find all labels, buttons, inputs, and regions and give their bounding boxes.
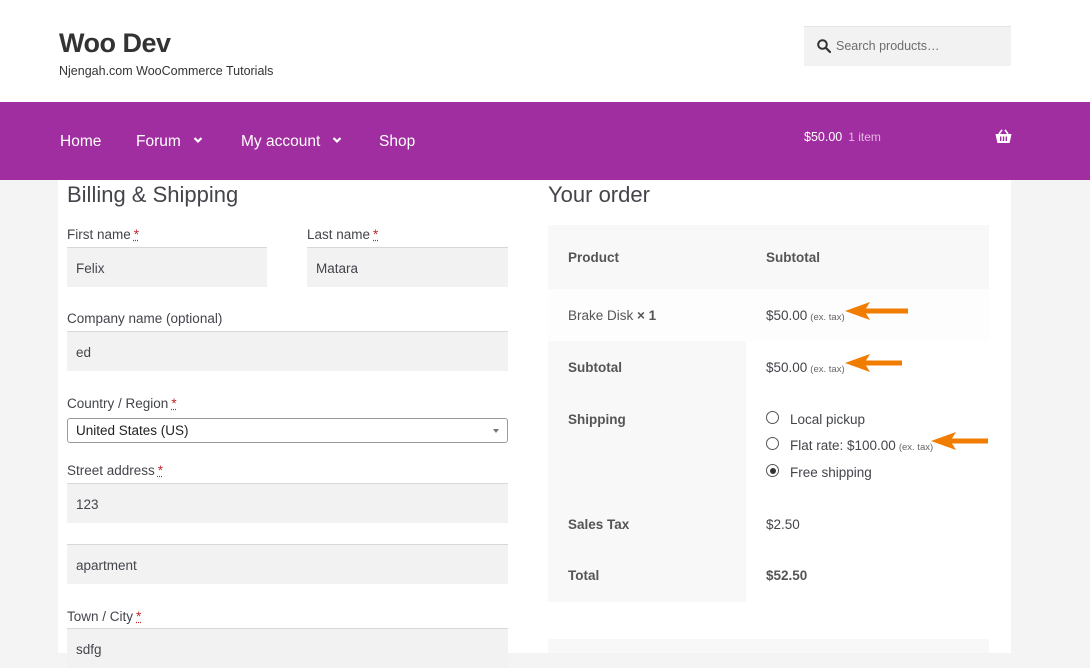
- first-name-field[interactable]: Felix: [67, 247, 267, 287]
- country-label: Country / Region *: [67, 396, 177, 411]
- shipping-option-flat-rate[interactable]: Flat rate: $100.00 (ex. tax): [790, 438, 933, 453]
- annotation-arrow: [844, 301, 910, 321]
- search-icon: [817, 39, 831, 53]
- search-input[interactable]: Search products…: [804, 26, 1011, 66]
- order-totals-labels-bg: [548, 341, 746, 602]
- tax-note: (ex. tax): [810, 312, 844, 323]
- item-name: Brake Disk × 1: [568, 308, 656, 323]
- payment-box: [548, 639, 989, 653]
- total-label: Total: [568, 568, 599, 583]
- cart-amount: $50.00: [804, 130, 842, 144]
- cart-count: 1 item: [848, 130, 881, 144]
- subtotal-value: $50.00 (ex. tax): [766, 360, 845, 375]
- company-field[interactable]: ed: [67, 331, 508, 371]
- billing-title: Billing & Shipping: [67, 182, 238, 208]
- nav-item-my-account[interactable]: My account: [241, 133, 342, 151]
- nav-item-label: My account: [241, 133, 320, 150]
- annotation-arrow: [844, 353, 904, 373]
- subtotal-label: Subtotal: [568, 360, 622, 375]
- nav-item-label: Shop: [379, 133, 415, 150]
- city-field[interactable]: sdfg: [67, 628, 508, 668]
- chevron-down-icon[interactable]: [332, 135, 342, 145]
- primary-navigation: Home Forum My account Shop $50.00 1 item: [0, 102, 1090, 180]
- checkout-content: Billing & Shipping First name * Felix Las…: [58, 180, 1011, 653]
- country-select[interactable]: United States (US): [67, 418, 508, 443]
- company-label: Company name (optional): [67, 311, 222, 326]
- total-value: $52.50: [766, 568, 807, 583]
- site-title[interactable]: Woo Dev: [59, 28, 171, 59]
- country-selected-value: United States (US): [76, 423, 189, 438]
- shipping-option-free-shipping[interactable]: Free shipping: [790, 465, 872, 480]
- street-address-field[interactable]: 123: [67, 483, 508, 523]
- subtotal-column-header: Subtotal: [766, 250, 820, 265]
- basket-icon[interactable]: [995, 129, 1012, 144]
- nav-item-home[interactable]: Home: [60, 133, 101, 151]
- nav-item-shop[interactable]: Shop: [379, 133, 415, 151]
- product-column-header: Product: [568, 250, 619, 265]
- tax-note: (ex. tax): [899, 442, 933, 453]
- first-name-label: First name *: [67, 227, 139, 242]
- shipping-label: Shipping: [568, 412, 626, 427]
- shipping-option-local-pickup[interactable]: Local pickup: [790, 412, 865, 427]
- shipping-radio-local-pickup[interactable]: [766, 411, 779, 424]
- order-title: Your order: [548, 182, 650, 208]
- last-name-label: Last name *: [307, 227, 378, 242]
- site-header: Woo Dev Njengah.com WooCommerce Tutorial…: [0, 0, 1090, 102]
- caret-down-icon: [493, 429, 499, 433]
- nav-item-label: Home: [60, 133, 101, 150]
- annotation-arrow: [930, 431, 990, 451]
- nav-item-label: Forum: [136, 133, 181, 150]
- shipping-radio-free-shipping[interactable]: [766, 464, 779, 477]
- search-placeholder: Search products…: [836, 39, 940, 53]
- city-label: Town / City *: [67, 609, 141, 624]
- item-price: $50.00 (ex. tax): [766, 308, 845, 323]
- tax-note: (ex. tax): [810, 364, 844, 375]
- site-description: Njengah.com WooCommerce Tutorials: [59, 64, 273, 78]
- item-quantity: × 1: [637, 308, 656, 323]
- order-review-table: Product Subtotal Brake Disk × 1 $50.00 (e…: [548, 225, 989, 602]
- street-address-line2-field[interactable]: apartment: [67, 544, 508, 584]
- last-name-field[interactable]: Matara: [307, 247, 508, 287]
- sales-tax-label: Sales Tax: [568, 517, 629, 532]
- chevron-down-icon[interactable]: [193, 135, 203, 145]
- nav-item-forum[interactable]: Forum: [136, 133, 203, 151]
- street-address-label: Street address *: [67, 463, 163, 478]
- shipping-radio-flat-rate[interactable]: [766, 437, 779, 450]
- sales-tax-value: $2.50: [766, 517, 800, 532]
- cart-link[interactable]: $50.00 1 item: [804, 130, 881, 144]
